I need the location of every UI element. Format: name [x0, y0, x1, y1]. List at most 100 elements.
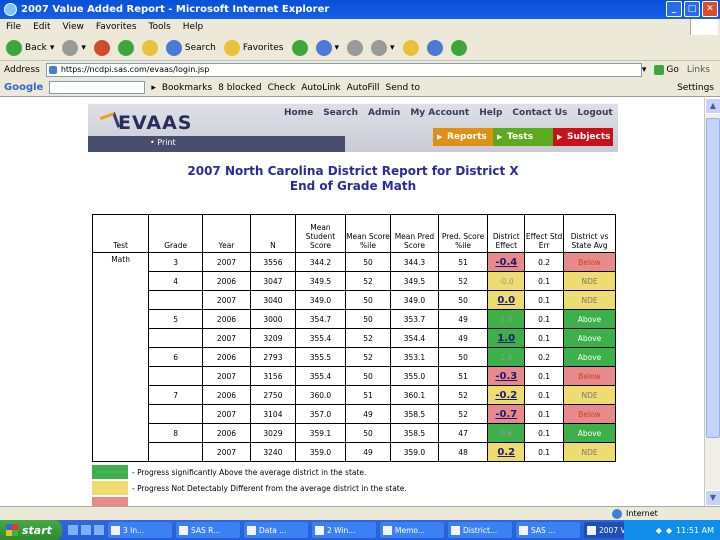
- district-effect-link[interactable]: -0.3: [495, 371, 517, 382]
- taskbar-button[interactable]: SAS ...: [516, 522, 580, 538]
- district-effect-link[interactable]: 0.2: [497, 447, 515, 458]
- table-row: 2007 3104 357.0 49 358.5 52 -0.7 0.1 Below: [93, 404, 616, 424]
- grade-cell: 7: [148, 385, 204, 405]
- district-effect-link[interactable]: 0.6: [500, 429, 512, 438]
- district-effect-cell[interactable]: -0.3: [487, 366, 526, 386]
- nav-admin[interactable]: Admin: [368, 108, 400, 118]
- district-effect-link[interactable]: -0.0: [499, 277, 514, 286]
- refresh-button[interactable]: [117, 39, 134, 56]
- menu-help[interactable]: Help: [183, 22, 204, 32]
- district-effect-cell[interactable]: 0.0: [487, 290, 526, 310]
- show-desktop-icon[interactable]: [68, 525, 78, 535]
- district-effect-cell[interactable]: 2.4: [487, 347, 526, 367]
- print-link[interactable]: • Print: [150, 138, 176, 147]
- settings-button[interactable]: Settings: [677, 83, 714, 93]
- sendto-button[interactable]: Send to: [386, 83, 421, 93]
- nav-help[interactable]: Help: [479, 108, 502, 118]
- popup-blocked-button[interactable]: 8 blocked: [218, 83, 261, 93]
- menu-edit[interactable]: Edit: [33, 22, 50, 32]
- nav-contact-us[interactable]: Contact Us: [512, 108, 567, 118]
- google-logo[interactable]: Google: [4, 82, 43, 93]
- grade-cell: 8: [148, 423, 204, 443]
- bookmarks-button[interactable]: Bookmarks: [162, 83, 212, 93]
- mean-pred-score-cell: 349.5: [390, 271, 439, 291]
- district-effect-link[interactable]: 1.0: [497, 333, 515, 344]
- search-button[interactable]: Search: [165, 39, 216, 56]
- district-effect-cell[interactable]: -0.7: [487, 404, 526, 424]
- table-row: 2007 3240 359.0 49 359.0 48 0.2 0.1 NDE: [93, 442, 616, 462]
- ie-quicklaunch-icon[interactable]: [81, 525, 91, 535]
- taskbar-label: District...: [463, 525, 498, 535]
- nav-home[interactable]: Home: [284, 108, 313, 118]
- pred-score-pctile-cell: 51: [437, 252, 489, 272]
- discuss-button[interactable]: [402, 39, 419, 56]
- scroll-thumb[interactable]: [706, 118, 720, 438]
- district-effect-cell[interactable]: 1.0: [487, 328, 526, 348]
- start-button[interactable]: start: [0, 520, 62, 540]
- district-vs-state-cell: Above: [563, 347, 616, 367]
- nav-my-account[interactable]: My Account: [410, 108, 469, 118]
- menu-favorites[interactable]: Favorites: [96, 22, 137, 32]
- tray-icon[interactable]: ◆: [666, 526, 672, 535]
- site-logo[interactable]: EVAAS: [118, 112, 193, 134]
- research-button[interactable]: [450, 39, 467, 56]
- tray-icon[interactable]: ◆: [656, 526, 662, 535]
- mean-student-score-cell: 357.0: [295, 404, 346, 424]
- tab-tests[interactable]: Tests: [493, 128, 553, 146]
- taskbar-button[interactable]: 3 In...: [108, 522, 172, 538]
- minimize-button[interactable]: _: [666, 1, 682, 17]
- nav-logout[interactable]: Logout: [577, 108, 612, 118]
- taskbar-button[interactable]: 2 Win...: [312, 522, 376, 538]
- taskbar-button[interactable]: Memo...: [380, 522, 444, 538]
- back-button[interactable]: Back ▾: [6, 39, 54, 56]
- menu-file[interactable]: File: [6, 22, 21, 32]
- district-effect-link[interactable]: -0.7: [495, 409, 517, 420]
- district-effect-cell[interactable]: -0.4: [487, 252, 526, 272]
- taskbar-button[interactable]: Data ...: [244, 522, 308, 538]
- district-effect-cell[interactable]: -0.0: [487, 271, 526, 291]
- go-button[interactable]: Go: [654, 65, 679, 75]
- tab-reports[interactable]: Reports: [433, 128, 493, 146]
- district-effect-cell[interactable]: 1.0: [487, 309, 526, 329]
- address-dropdown-icon[interactable]: ▾: [642, 65, 647, 75]
- links-button[interactable]: Links: [687, 65, 710, 75]
- messenger-icon: [426, 39, 443, 56]
- scroll-down-icon[interactable]: ▼: [705, 490, 720, 506]
- autofill-button[interactable]: AutoFill: [347, 83, 380, 93]
- vertical-scrollbar[interactable]: ▲ ▼: [704, 98, 720, 506]
- nav-search[interactable]: Search: [323, 108, 358, 118]
- taskbar-button[interactable]: District...: [448, 522, 512, 538]
- grade-cell: 5: [148, 309, 204, 329]
- district-effect-cell[interactable]: 0.6: [487, 423, 526, 443]
- tab-subjects[interactable]: Subjects: [553, 128, 613, 146]
- messenger-button[interactable]: [426, 39, 443, 56]
- menu-view[interactable]: View: [63, 22, 84, 32]
- address-input[interactable]: https://ncdpi.sas.com/evaas/login.jsp: [45, 63, 642, 77]
- district-effect-cell[interactable]: 0.2: [487, 442, 526, 462]
- google-go-button[interactable]: ▸: [151, 83, 156, 93]
- taskbar-button[interactable]: SAS R...: [176, 522, 240, 538]
- outlook-quicklaunch-icon[interactable]: [94, 525, 104, 535]
- edit-button[interactable]: ▾: [371, 39, 395, 56]
- district-effect-link[interactable]: -0.2: [495, 390, 517, 401]
- menu-tools[interactable]: Tools: [149, 22, 171, 32]
- scroll-up-icon[interactable]: ▲: [705, 98, 720, 114]
- mail-button[interactable]: ▾: [315, 39, 339, 56]
- table-header-row: Test Grade Year N Mean Student Score Mean Sco…: [91, 214, 616, 253]
- district-effect-link[interactable]: -0.4: [495, 257, 517, 268]
- stop-button[interactable]: [93, 39, 110, 56]
- history-button[interactable]: [291, 39, 308, 56]
- google-search-input[interactable]: [49, 81, 146, 94]
- close-button[interactable]: ✕: [702, 1, 718, 17]
- district-effect-link[interactable]: 1.0: [500, 315, 512, 324]
- autolink-button[interactable]: AutoLink: [301, 83, 340, 93]
- print-button[interactable]: [347, 39, 364, 56]
- district-effect-cell[interactable]: -0.2: [487, 385, 526, 405]
- district-effect-link[interactable]: 2.4: [500, 353, 512, 362]
- maximize-button[interactable]: □: [684, 1, 700, 17]
- forward-button[interactable]: ▾: [62, 39, 86, 56]
- check-button[interactable]: Check: [268, 83, 296, 93]
- home-button[interactable]: [141, 39, 158, 56]
- favorites-button[interactable]: Favorites: [223, 39, 284, 56]
- district-effect-link[interactable]: 0.0: [497, 295, 515, 306]
